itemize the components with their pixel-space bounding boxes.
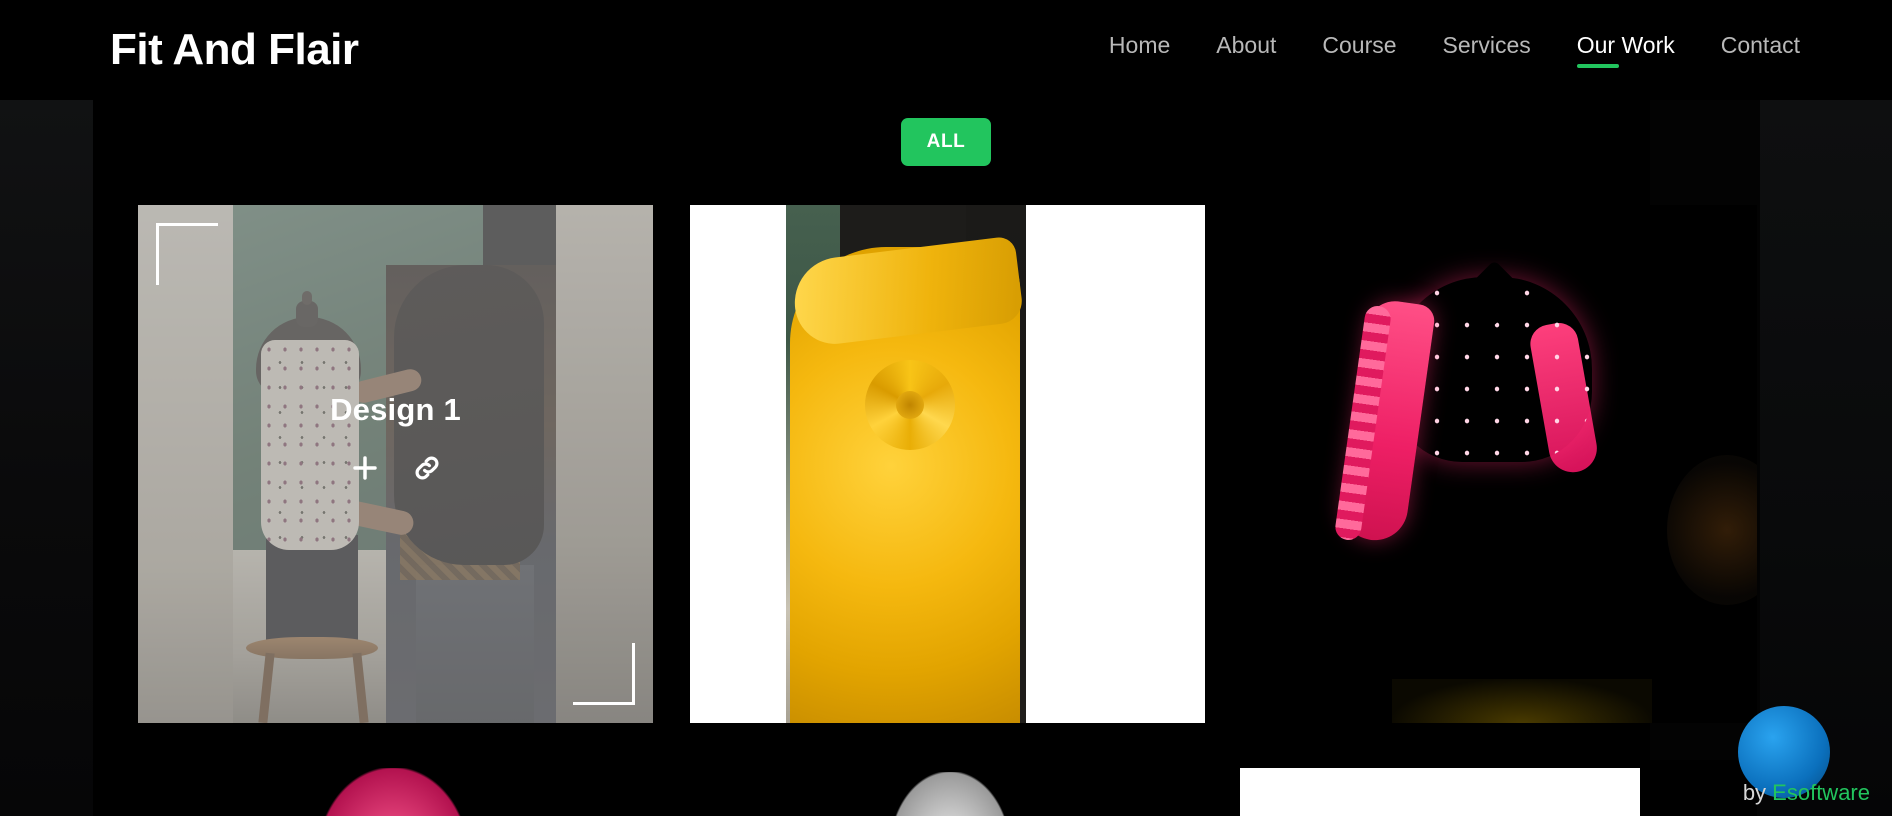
active-nav-underline bbox=[1576, 64, 1619, 68]
footer-credit-prefix: by bbox=[1742, 780, 1773, 805]
portfolio-image-2 bbox=[690, 205, 1205, 723]
portfolio-card-actions-1 bbox=[138, 452, 653, 484]
nav-label: About bbox=[1216, 32, 1277, 58]
nav-label: Contact bbox=[1720, 32, 1800, 58]
nav-item-about[interactable]: About bbox=[1216, 32, 1276, 68]
corner-bracket-bottom-right bbox=[573, 643, 635, 705]
footer-credit: by Esoftware bbox=[1743, 780, 1870, 806]
corner-bracket-top-left bbox=[156, 223, 218, 285]
portfolio-card-1[interactable]: Design 1 bbox=[138, 205, 653, 723]
portfolio-image-3 bbox=[1242, 205, 1757, 723]
nav-label: Home bbox=[1108, 32, 1171, 58]
nav-item-contact[interactable]: Contact bbox=[1721, 32, 1800, 68]
nav-label: Course bbox=[1322, 32, 1397, 58]
portfolio-filter-bar: ALL bbox=[0, 118, 1892, 166]
zoom-icon[interactable] bbox=[349, 452, 381, 484]
nav-label: Our Work bbox=[1576, 32, 1675, 58]
nav-label: Services bbox=[1442, 32, 1531, 58]
nav-item-course[interactable]: Course bbox=[1322, 32, 1396, 68]
link-icon[interactable] bbox=[411, 452, 443, 484]
site-header: Fit And Flair Home About Course Services… bbox=[0, 0, 1892, 100]
filter-button-all[interactable]: ALL bbox=[900, 118, 992, 166]
page-root: PORTFOLIO MY WORKS Fit And Flair Home Ab… bbox=[0, 0, 1892, 816]
portfolio-card-4[interactable] bbox=[138, 760, 653, 816]
portfolio-card-2[interactable] bbox=[690, 205, 1205, 723]
nav-item-home[interactable]: Home bbox=[1109, 32, 1170, 68]
footer-white-panel bbox=[1240, 768, 1640, 816]
portfolio-gallery-grid: Design 1 bbox=[138, 205, 1778, 723]
portfolio-card-overlay-1: Design 1 bbox=[138, 205, 653, 723]
brand-logo-text: Fit And Flair bbox=[110, 25, 359, 74]
portfolio-card-3[interactable] bbox=[1242, 205, 1757, 723]
brand-logo[interactable]: Fit And Flair bbox=[110, 25, 359, 75]
footer-company-link[interactable]: Esoftware bbox=[1772, 780, 1870, 805]
nav-item-services[interactable]: Services bbox=[1443, 32, 1531, 68]
portfolio-card-title-1: Design 1 bbox=[330, 392, 461, 427]
main-navigation: Home About Course Services Our Work Cont… bbox=[1109, 32, 1800, 68]
nav-item-our-work[interactable]: Our Work bbox=[1576, 32, 1675, 68]
portfolio-card-5[interactable] bbox=[690, 760, 1205, 816]
